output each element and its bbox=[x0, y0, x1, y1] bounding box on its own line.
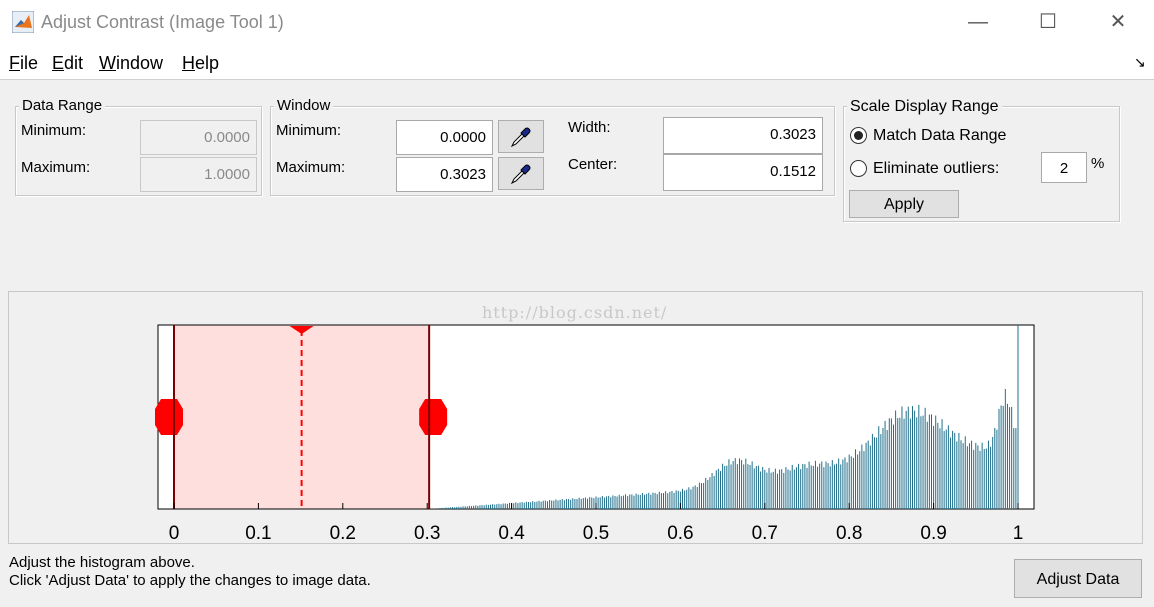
x-tick-label: 0.9 bbox=[920, 523, 946, 544]
status-line-1: Adjust the histogram above. bbox=[9, 554, 195, 571]
adjust-data-button[interactable]: Adjust Data bbox=[1014, 559, 1142, 598]
window-min-handle[interactable] bbox=[155, 399, 183, 435]
x-tick-label: 0.2 bbox=[330, 523, 356, 544]
x-tick-label: 0.6 bbox=[667, 523, 693, 544]
x-tick-label: 0.7 bbox=[752, 523, 778, 544]
status-line-2: Click 'Adjust Data' to apply the changes… bbox=[9, 572, 371, 589]
x-tick-label: 1 bbox=[1013, 523, 1024, 544]
x-tick-label: 0 bbox=[169, 523, 180, 544]
histogram-chart: 0 0.1 0.2 0.3 0.4 0.5 0.6 0.7 0.8 0.9 1 bbox=[155, 324, 1035, 544]
x-tick-label: 0.4 bbox=[498, 523, 525, 544]
x-tick-label: 0.1 bbox=[245, 523, 271, 544]
window-max-handle[interactable] bbox=[419, 399, 448, 435]
x-tick-label: 0.5 bbox=[583, 523, 609, 544]
x-tick-label: 0.8 bbox=[836, 523, 862, 544]
x-tick-label: 0.3 bbox=[414, 523, 440, 544]
